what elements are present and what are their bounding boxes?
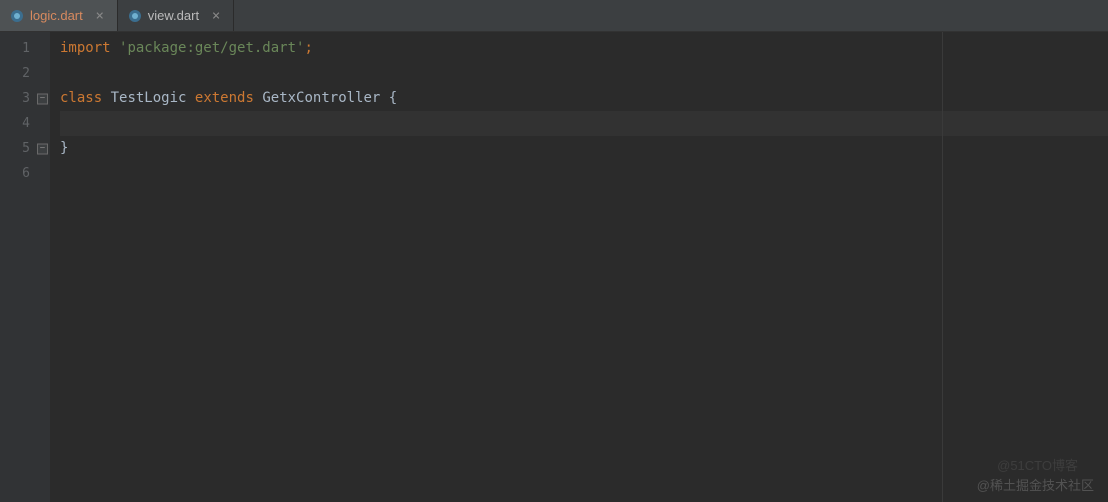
code-line-active: [60, 111, 1108, 136]
line-number: 3−: [0, 86, 50, 111]
line-number: 6: [0, 161, 50, 186]
watermark: @稀土掘金技术社区: [977, 475, 1094, 494]
tab-logic-dart[interactable]: logic.dart ×: [0, 0, 118, 31]
line-number: 1: [0, 36, 50, 61]
dart-file-icon: [10, 9, 24, 23]
fold-collapse-icon[interactable]: −: [37, 93, 48, 104]
fold-end-icon[interactable]: −: [37, 143, 48, 154]
gutter: 1 2 3− 4 5− 6: [0, 32, 50, 502]
tab-label: view.dart: [148, 8, 199, 23]
right-margin-line: [942, 32, 943, 502]
close-icon[interactable]: ×: [209, 9, 223, 23]
code-line: [60, 61, 1108, 86]
line-number: 5−: [0, 136, 50, 161]
watermark: @51CTO博客: [997, 455, 1078, 474]
tab-view-dart[interactable]: view.dart ×: [118, 0, 234, 31]
code-line: class TestLogic extends GetxController {: [60, 86, 1108, 111]
tab-label: logic.dart: [30, 8, 83, 23]
line-number: 2: [0, 61, 50, 86]
dart-file-icon: [128, 9, 142, 23]
code-line: import 'package:get/get.dart';: [60, 36, 1108, 61]
close-icon[interactable]: ×: [93, 9, 107, 23]
tab-bar: logic.dart × view.dart ×: [0, 0, 1108, 32]
editor: 1 2 3− 4 5− 6 import 'package:get/get.da…: [0, 32, 1108, 502]
code-line: [60, 161, 1108, 186]
code-area[interactable]: import 'package:get/get.dart'; class Tes…: [50, 32, 1108, 502]
line-number: 4: [0, 111, 50, 136]
code-line: }: [60, 136, 1108, 161]
